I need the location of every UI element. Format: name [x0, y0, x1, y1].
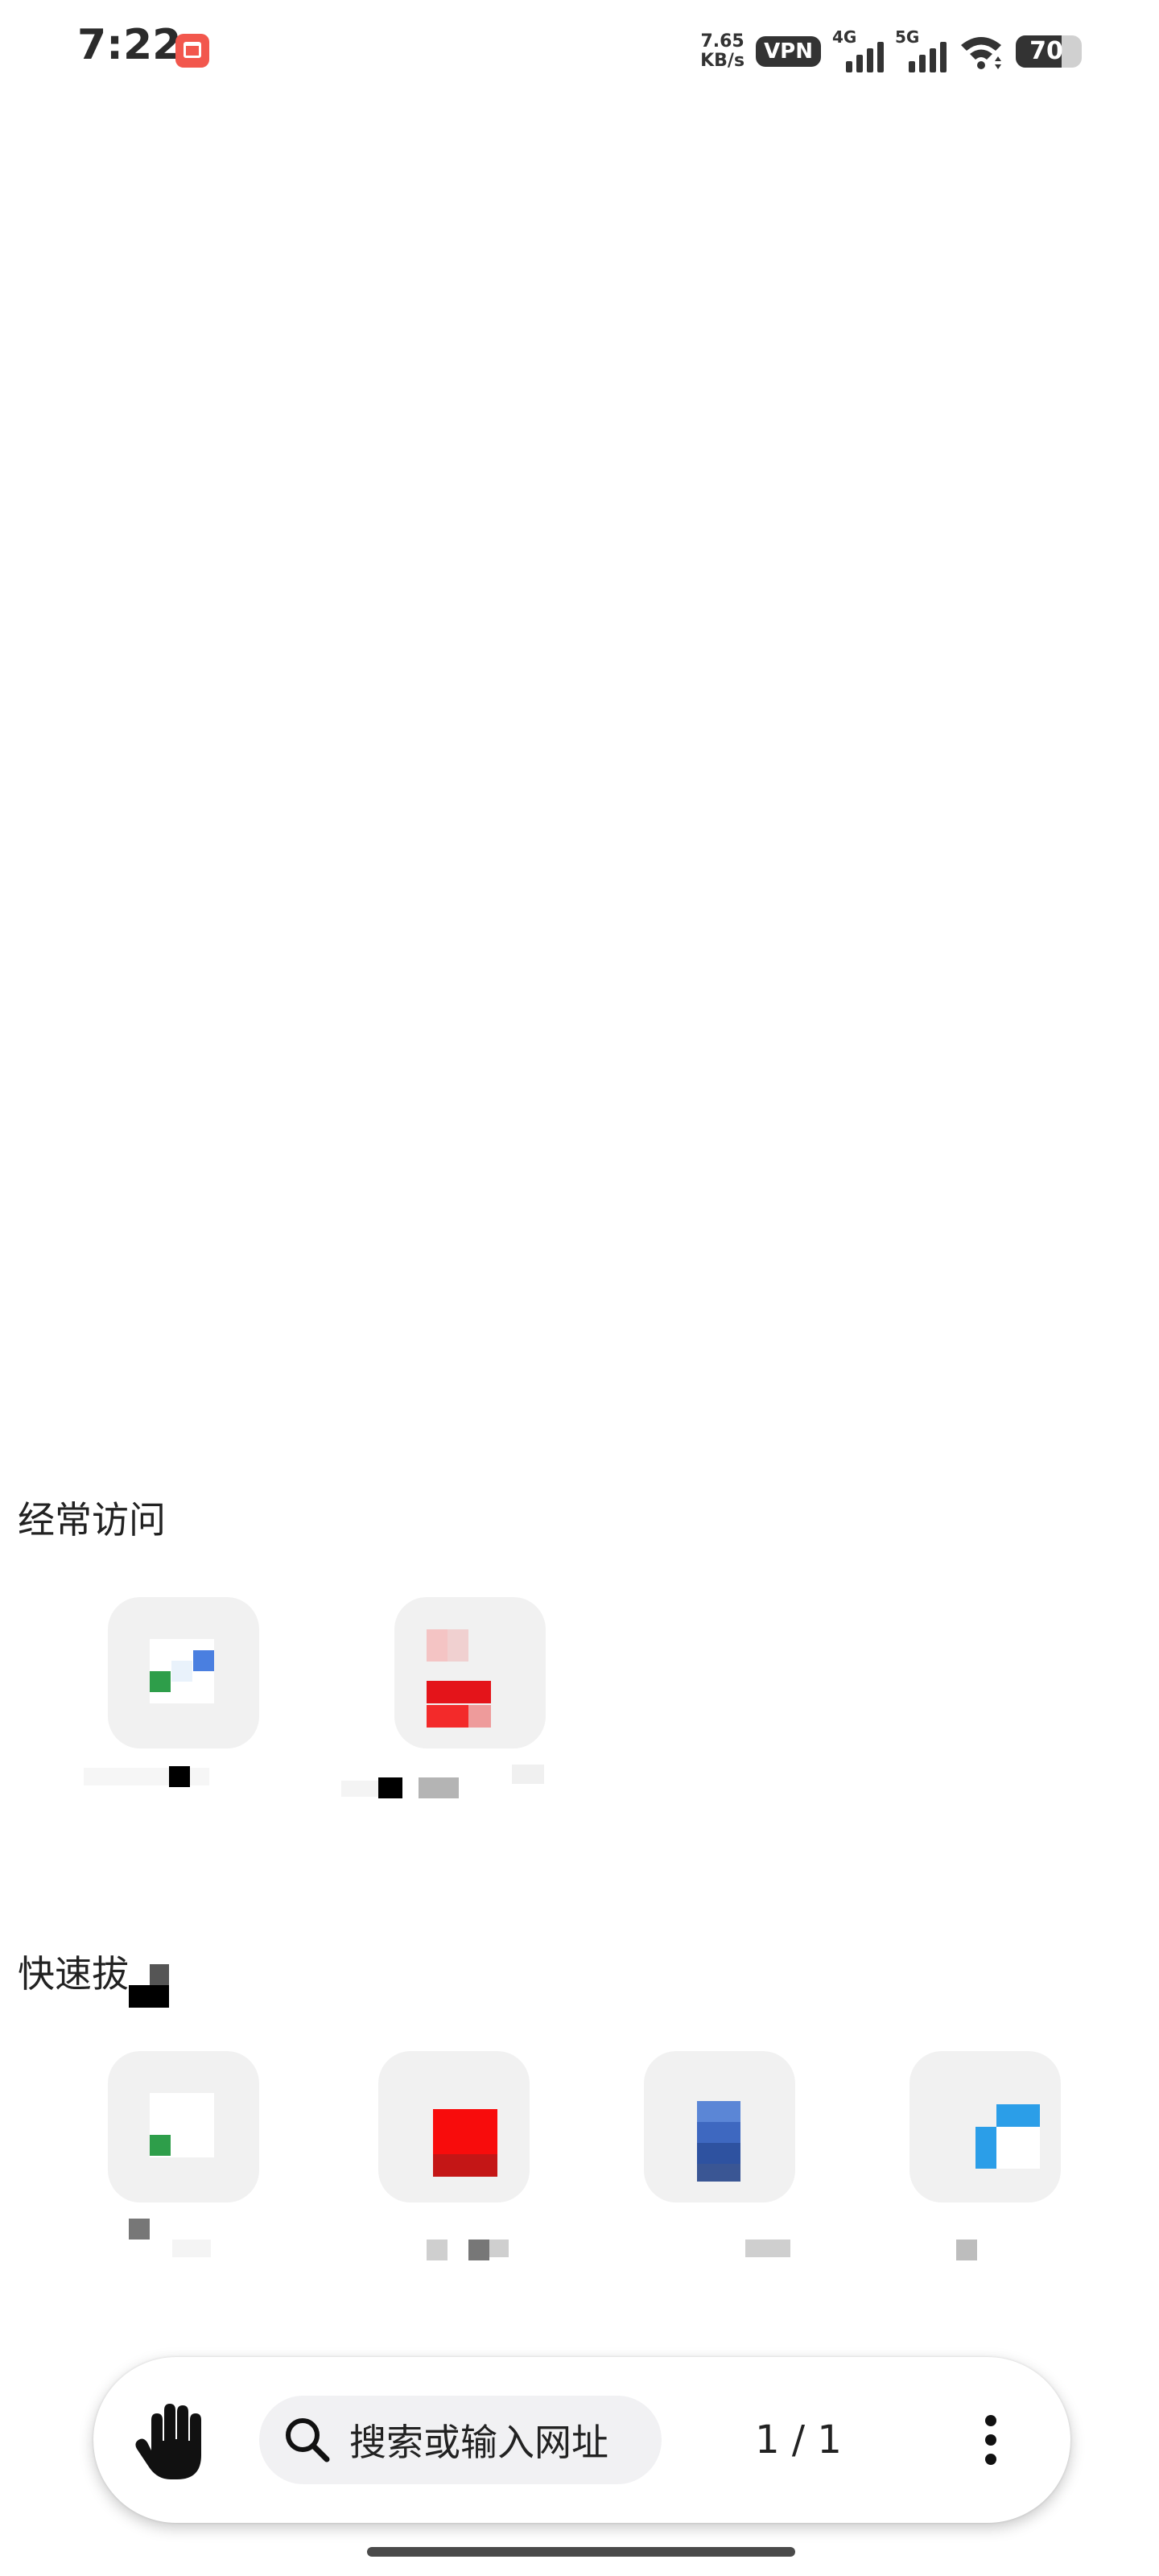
signal-bars-icon	[846, 42, 884, 72]
section-title-frequent: 经常访问	[18, 1498, 166, 1542]
shortcut-favicon-icon	[909, 2051, 1061, 2202]
site-favicon-icon	[394, 1597, 546, 1748]
status-bar: 7:22 7.65 KB/s VPN 4G 5G 70	[0, 0, 1159, 103]
browser-new-tab-screen: 7:22 7.65 KB/s VPN 4G 5G 70 经常访问 快速拔 搜索或…	[0, 0, 1159, 2576]
shortcut-favicon-icon	[108, 2051, 259, 2202]
network-speed-unit: KB/s	[700, 51, 745, 71]
shortcut-title-pixelated	[84, 2219, 283, 2257]
shopping-bag-icon	[175, 34, 209, 68]
home-indicator[interactable]	[367, 2547, 795, 2557]
hand-icon	[135, 2404, 201, 2479]
site-title-pixelated	[341, 1765, 570, 1798]
shortcut-title-pixelated	[885, 2219, 1085, 2260]
bottom-toolbar: 搜索或输入网址 1 / 1	[93, 2357, 1070, 2523]
site-title-pixelated	[84, 1765, 283, 1789]
tab-count-button[interactable]: 1 / 1	[718, 2396, 879, 2484]
shortcut-title-pixelated	[620, 2219, 819, 2257]
status-icons: 7.65 KB/s VPN 4G 5G 70	[700, 24, 1082, 79]
shortcut-title-pixelated	[354, 2219, 554, 2260]
battery-icon: 70	[1016, 35, 1082, 68]
shortcut-favicon-icon	[378, 2051, 530, 2202]
hand-button[interactable]	[124, 2394, 221, 2491]
title-glyph-pixelated	[129, 1964, 169, 2008]
battery-percent: 70	[1029, 37, 1063, 65]
network-speed: 7.65 KB/s	[700, 32, 744, 71]
more-vertical-icon	[985, 2415, 996, 2465]
network-speed-value: 7.65	[700, 31, 744, 52]
shortcut-favicon-icon	[644, 2051, 795, 2202]
search-icon	[286, 2418, 330, 2462]
search-address-bar[interactable]: 搜索或输入网址	[259, 2396, 662, 2484]
status-time: 7:22	[77, 21, 182, 69]
signal-bars-icon	[909, 42, 947, 72]
cell-signal-5g: 5G	[895, 27, 947, 72]
site-favicon-icon	[108, 1597, 259, 1748]
cell-signal-4g: 4G	[832, 27, 884, 72]
search-placeholder: 搜索或输入网址	[349, 2421, 608, 2464]
more-menu-button[interactable]	[947, 2396, 1035, 2484]
vpn-badge: VPN	[756, 36, 821, 67]
wifi-icon	[961, 37, 1001, 69]
section-title-shortcuts: 快速拔	[18, 1952, 129, 1996]
